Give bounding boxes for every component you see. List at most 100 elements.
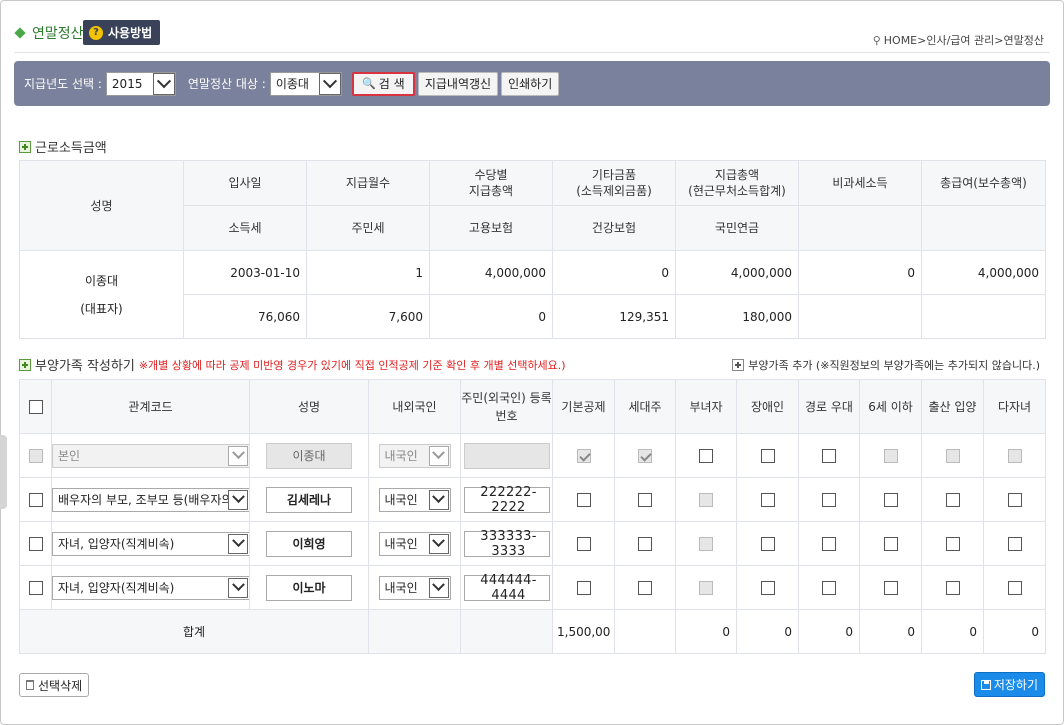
chevron-down-icon xyxy=(428,577,449,598)
nationality-select[interactable]: 내국인 xyxy=(378,487,451,512)
header-rrn-2: 번호 xyxy=(495,408,518,423)
householder-checkbox[interactable] xyxy=(638,492,652,507)
usage-button[interactable]: ? 사용방법 xyxy=(83,20,161,45)
dependents-section-title: 부양가족 작성하기 ※개별 상황에 따라 공제 미반영 경우가 있기에 직접 인적… xyxy=(19,355,566,374)
add-dependent-link[interactable]: 부양가족 추가 (※직원정보의 부양가족에는 추가되지 않습니다.) xyxy=(732,357,1040,373)
relation-select[interactable]: 배우자의 부모, 조부모 등(배우자의 직 xyxy=(52,487,250,512)
senior-checkbox[interactable] xyxy=(822,536,836,551)
header-other-2: (소득제외금품) xyxy=(576,184,652,198)
under6-cell xyxy=(859,565,922,610)
disabled-checkbox[interactable] xyxy=(760,492,775,507)
save-button[interactable]: 저장하기 xyxy=(973,672,1045,697)
relation-value: 자녀, 입양자(직계비속) xyxy=(58,581,175,595)
under6-checkbox[interactable] xyxy=(883,580,898,595)
under6-checkbox[interactable] xyxy=(883,536,898,551)
row-checkbox[interactable] xyxy=(28,580,43,595)
print-button[interactable]: 인쇄하기 xyxy=(501,71,560,96)
dependents-warning: ※개별 상황에 따라 공제 미반영 경우가 있기에 직접 인적공제 기준 확인 … xyxy=(138,358,566,372)
under6-checkbox[interactable] xyxy=(883,492,898,507)
year-label: 지급년도 선택 : xyxy=(24,77,102,91)
dependents-table: 관계코드 성명 내외국인 주민(외국인) 등록 번호 기본공제 세대주 부녀자 장… xyxy=(19,379,1046,654)
relation-value: 자녀, 입양자(직계비속) xyxy=(58,537,175,551)
cell-national-pension: 180,000 xyxy=(675,294,799,339)
row-checkbox[interactable] xyxy=(28,492,43,507)
nationality-value: 내국인 xyxy=(384,493,418,507)
name-field[interactable]: 이희영 xyxy=(266,530,352,557)
nationality-select[interactable]: 내국인 xyxy=(378,575,451,600)
header-gross-salary: 총급여(보수총액) xyxy=(921,160,1046,206)
disabled-checkbox[interactable] xyxy=(760,580,775,595)
cell-empty xyxy=(798,294,922,339)
target-select[interactable]: 이종대 xyxy=(269,71,342,96)
rrn-field[interactable]: 444444-4444 xyxy=(463,573,550,603)
delete-selected-button[interactable]: 선택삭제 xyxy=(19,673,90,697)
multi-child-cell xyxy=(983,565,1046,610)
birth-adoption-checkbox[interactable] xyxy=(945,492,960,507)
help-icon: ? xyxy=(89,25,103,40)
relation-select[interactable]: 자녀, 입양자(직계비속) xyxy=(52,531,250,556)
header-empty xyxy=(798,205,922,251)
header-employment-insurance: 고용보험 xyxy=(429,205,553,251)
employee-role: (대표자) xyxy=(80,301,123,316)
birth-adoption-cell xyxy=(921,521,984,566)
nationality-value: 내국인 xyxy=(384,581,418,595)
multi-child-checkbox[interactable] xyxy=(1007,536,1022,551)
nationality-select[interactable]: 내국인 xyxy=(378,531,451,556)
birth-adoption-cell xyxy=(921,565,984,610)
header-allowance-total: 수당별 지급총액 xyxy=(429,160,553,206)
year-select[interactable]: 2015 xyxy=(105,71,176,96)
birth-adoption-checkbox[interactable] xyxy=(945,536,960,551)
name-field: 이종대 xyxy=(266,442,352,469)
disabled-checkbox[interactable] xyxy=(760,536,775,551)
header-hire-date: 입사일 xyxy=(183,160,307,206)
senior-cell xyxy=(798,521,860,566)
header-multi-child: 다자녀 xyxy=(983,379,1046,434)
relation-select[interactable]: 자녀, 입양자(직계비속) xyxy=(52,575,250,600)
senior-checkbox[interactable] xyxy=(822,448,836,463)
total-householder xyxy=(614,609,676,654)
cell-other-items: 0 xyxy=(552,250,676,295)
senior-checkbox[interactable] xyxy=(822,492,836,507)
cell-gross-salary: 4,000,000 xyxy=(921,250,1046,295)
woman-cell xyxy=(675,565,737,610)
basic-deduction-checkbox[interactable] xyxy=(576,492,591,507)
update-button-label: 지급내역갱신 xyxy=(424,77,492,91)
basic-deduction-checkbox[interactable] xyxy=(576,536,591,551)
chevron-down-icon xyxy=(428,533,449,554)
search-button-label: 검 색 xyxy=(378,77,405,91)
employee-name-cell: 이종대 (대표자) xyxy=(19,250,184,339)
householder-checkbox[interactable] xyxy=(638,580,652,595)
disabled-checkbox[interactable] xyxy=(760,448,775,463)
name-field[interactable]: 이노마 xyxy=(266,574,352,601)
woman-checkbox xyxy=(699,580,713,595)
page-title-text: 연말정산 xyxy=(32,26,84,42)
under6-checkbox xyxy=(883,448,898,463)
basic-deduction-checkbox[interactable] xyxy=(576,580,591,595)
birth-adoption-checkbox[interactable] xyxy=(945,580,960,595)
under6-cell xyxy=(859,477,922,522)
header-income-tax: 소득세 xyxy=(183,205,307,251)
name-field[interactable]: 김세레나 xyxy=(266,486,352,513)
row-select xyxy=(19,433,52,478)
multi-child-checkbox[interactable] xyxy=(1007,492,1022,507)
row-checkbox[interactable] xyxy=(28,536,43,551)
breadcrumb-home[interactable]: HOME xyxy=(884,34,917,47)
multi-child-checkbox[interactable] xyxy=(1007,580,1022,595)
basic-deduction-cell xyxy=(552,433,615,478)
basic-deduction-cell xyxy=(552,477,615,522)
woman-checkbox[interactable] xyxy=(699,448,713,463)
breadcrumb-hr[interactable]: 인사/급여 관리 xyxy=(926,32,994,48)
chevron-down-icon xyxy=(428,489,449,510)
rrn-field[interactable]: 222222-2222 xyxy=(463,485,550,515)
multi-child-cell xyxy=(983,477,1046,522)
select-all-checkbox[interactable] xyxy=(28,400,43,414)
householder-checkbox[interactable] xyxy=(638,536,652,551)
rrn-field[interactable]: 333333-3333 xyxy=(463,529,550,559)
target-select-value: 이종대 xyxy=(275,77,309,91)
header-health-insurance: 건강보험 xyxy=(552,205,676,251)
update-payment-button[interactable]: 지급내역갱신 xyxy=(417,71,499,96)
senior-checkbox[interactable] xyxy=(822,580,836,595)
side-handle[interactable] xyxy=(0,435,7,509)
search-button[interactable]: 🔍 검 색 xyxy=(351,71,415,96)
cell-employment-insurance: 0 xyxy=(429,294,553,339)
